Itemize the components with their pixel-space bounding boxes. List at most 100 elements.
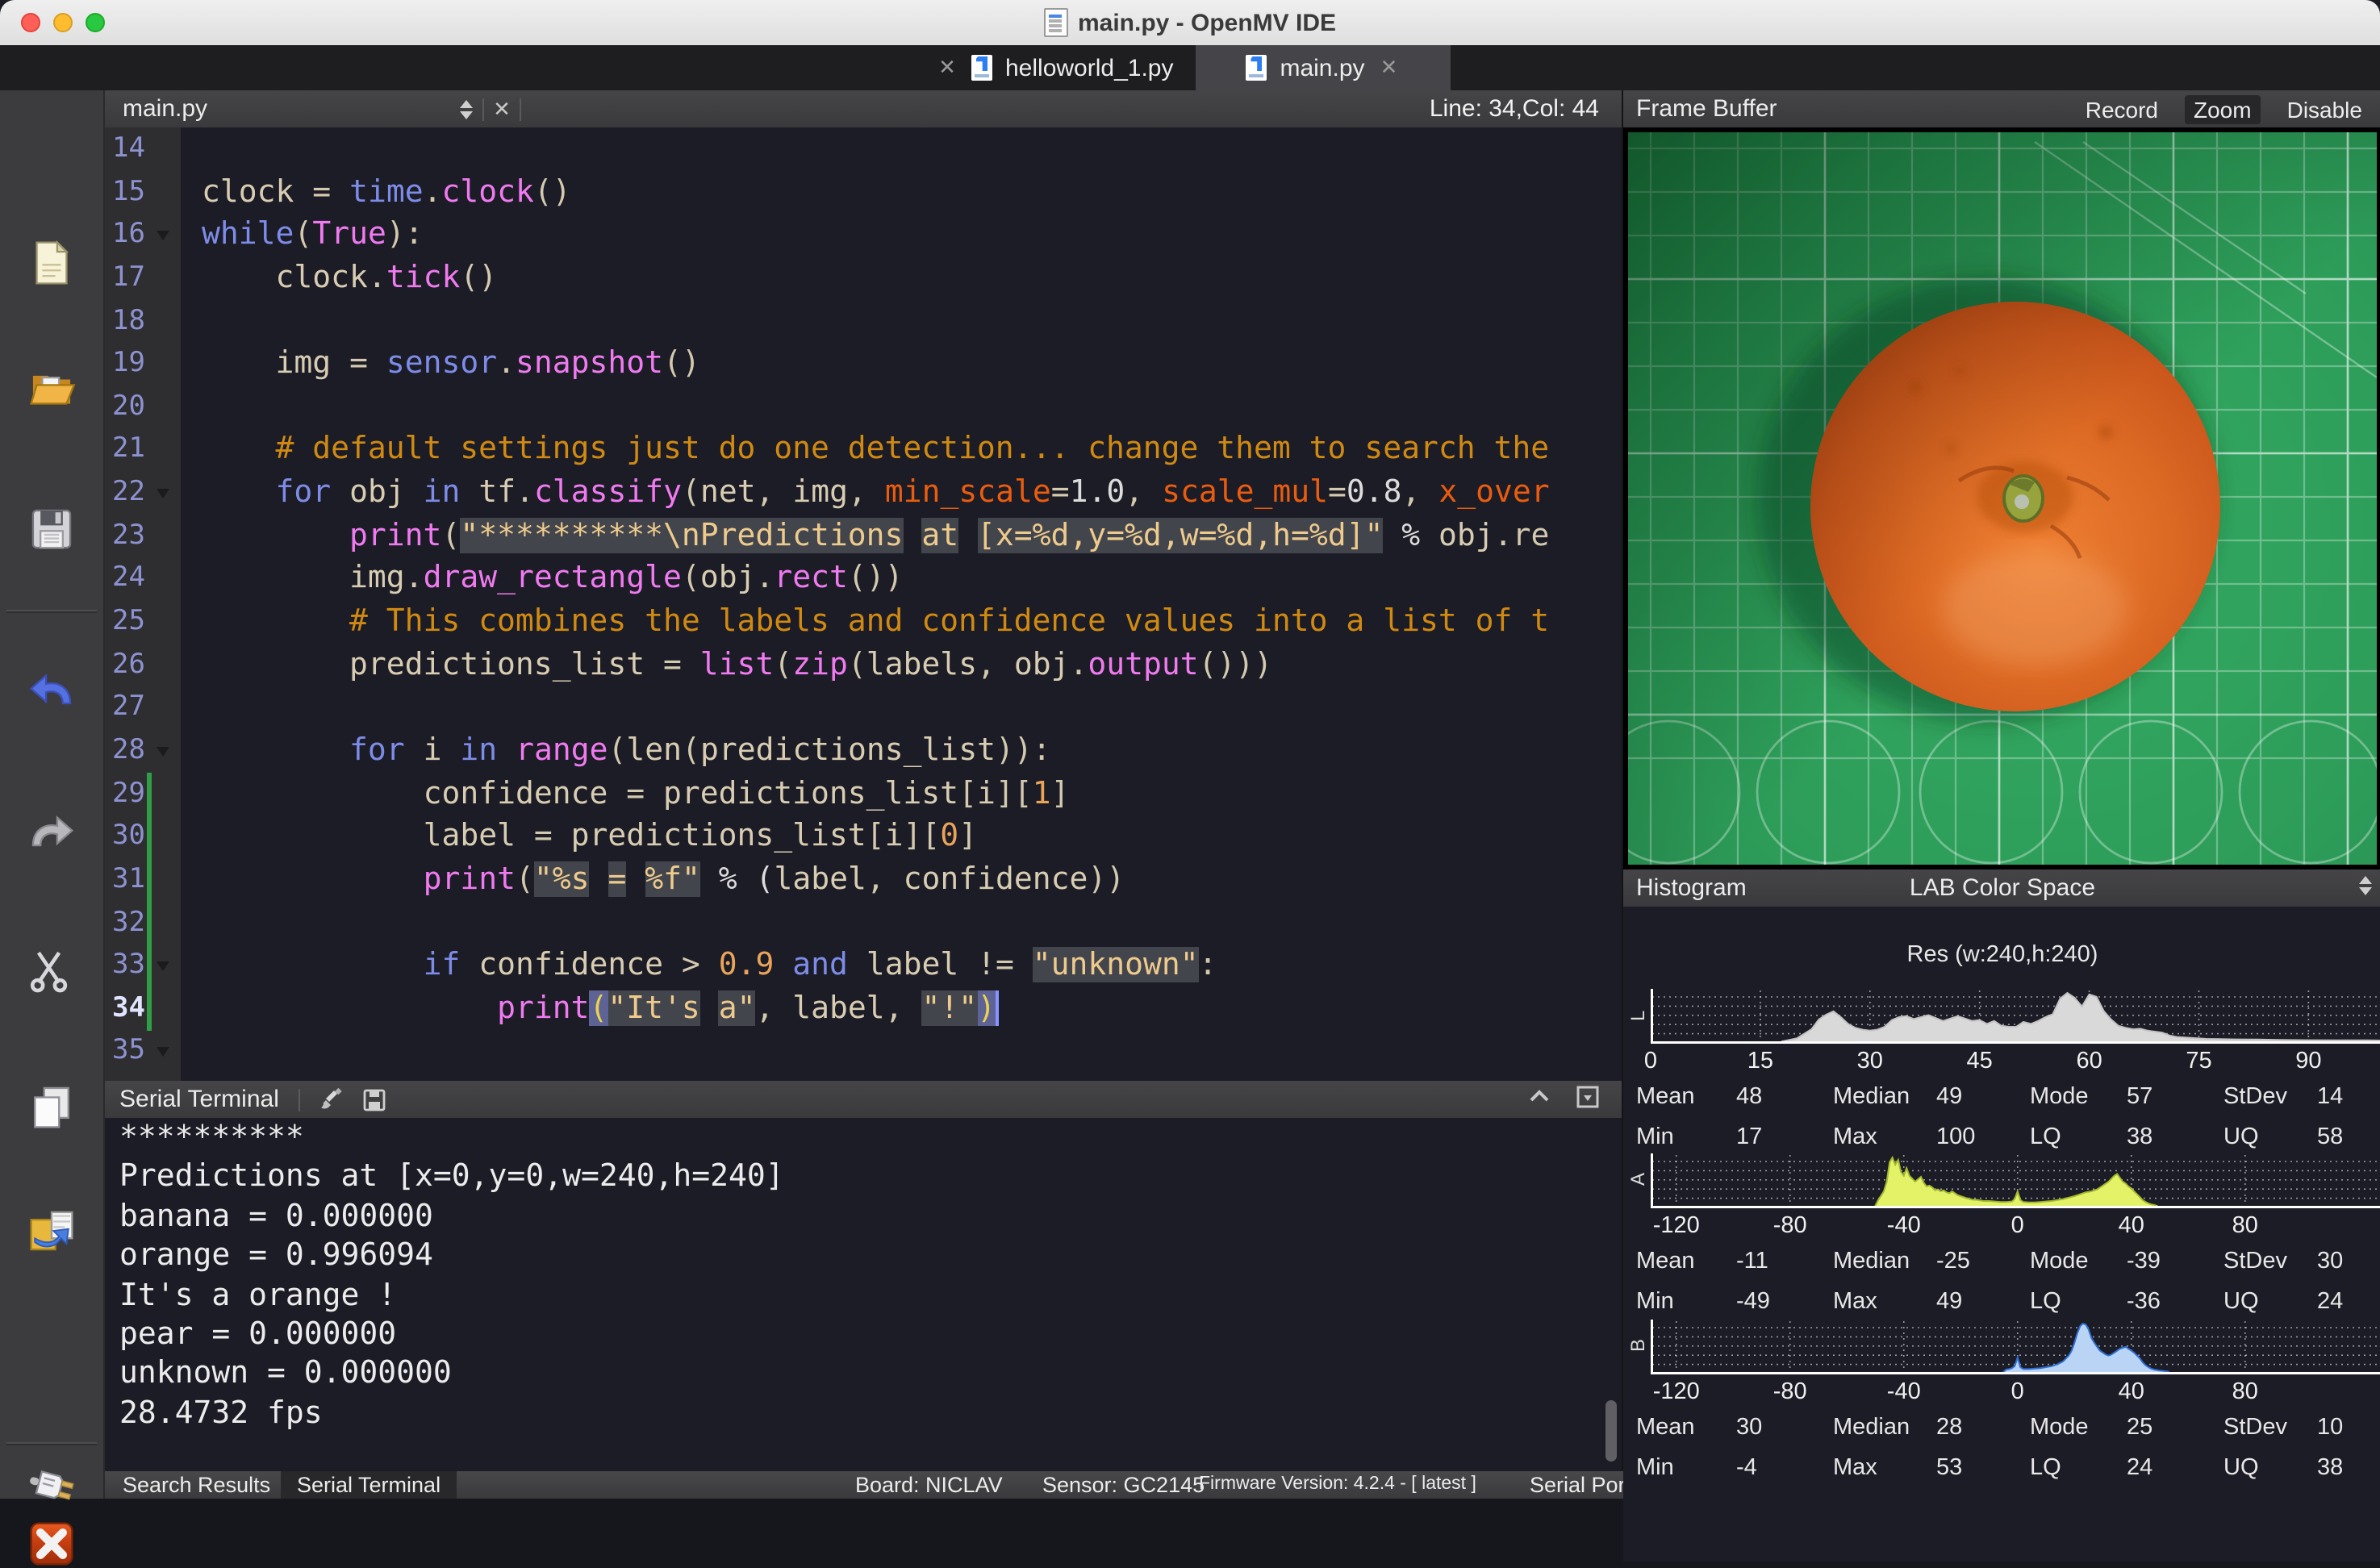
record-button[interactable]: Record bbox=[2076, 94, 2168, 123]
terminal-line: 28.4732 fps bbox=[103, 1393, 1622, 1432]
close-tab-icon[interactable]: ✕ bbox=[936, 55, 958, 81]
axis-tick-label: 80 bbox=[2210, 1379, 2281, 1405]
channel-letter: A bbox=[1626, 1163, 1649, 1186]
code-line: print("%s = %f" % (label, confidence)) bbox=[202, 858, 1622, 901]
serial-terminal-title: Serial Terminal bbox=[119, 1086, 279, 1113]
open-file-button[interactable] bbox=[27, 365, 76, 413]
maximize-window-button[interactable] bbox=[86, 13, 105, 32]
minimize-window-button[interactable] bbox=[53, 13, 73, 32]
stat-value: -11 bbox=[1736, 1250, 1833, 1274]
titlebar: main.py - OpenMV IDE bbox=[0, 0, 2380, 47]
fold-marker-icon[interactable] bbox=[157, 489, 169, 498]
stat-label: Mode bbox=[2030, 1086, 2127, 1110]
stat-label: StDev bbox=[2223, 1416, 2317, 1441]
tab-label: main.py bbox=[1280, 54, 1364, 81]
clear-terminal-icon[interactable] bbox=[319, 1086, 345, 1112]
code-line: label = predictions_list[i][0] bbox=[202, 815, 1622, 858]
stat-value: 57 bbox=[2127, 1086, 2223, 1110]
color-space-dropdown[interactable]: LAB Color Space bbox=[1910, 874, 2095, 902]
fold-marker-icon[interactable] bbox=[157, 1048, 169, 1057]
close-window-button[interactable] bbox=[21, 13, 40, 32]
stat-label: Min bbox=[1636, 1290, 1736, 1314]
fold-marker-icon[interactable] bbox=[157, 747, 169, 757]
stat-value: 24 bbox=[2127, 1456, 2223, 1480]
code-line: print("**********\nPredictions at [x=%d,… bbox=[202, 515, 1622, 557]
paste-button[interactable] bbox=[27, 1207, 76, 1255]
collapse-terminal-icon[interactable] bbox=[1528, 1085, 1551, 1114]
fold-marker-icon[interactable] bbox=[157, 961, 169, 971]
code-line: while(True): bbox=[202, 214, 1622, 256]
code-editor[interactable]: 1415161718192021222324252627282930313233… bbox=[103, 127, 1622, 1081]
change-bar bbox=[147, 773, 152, 1031]
terminal-line: unknown = 0.000000 bbox=[103, 1354, 1622, 1394]
status-tab-serial-terminal[interactable]: Serial Terminal bbox=[281, 1471, 457, 1499]
axis-tick-label: -80 bbox=[1755, 1213, 1826, 1239]
stat-label: StDev bbox=[2223, 1250, 2317, 1274]
editor-header: main.py ✕ Line: 34,Col: 44 bbox=[103, 90, 1622, 127]
axis-tick-label: 90 bbox=[2273, 1049, 2344, 1074]
line-number: 20 bbox=[103, 386, 145, 428]
zoom-button[interactable]: Zoom bbox=[2184, 94, 2261, 123]
close-file-icon[interactable]: ✕ bbox=[493, 96, 511, 122]
stat-value: 38 bbox=[2127, 1125, 2223, 1149]
save-log-icon[interactable] bbox=[361, 1086, 387, 1112]
stat-label: Mode bbox=[2030, 1416, 2127, 1441]
python-file-icon bbox=[1246, 55, 1267, 81]
terminal-line: banana = 0.000000 bbox=[103, 1197, 1622, 1236]
open-files-dropdown[interactable]: main.py bbox=[123, 95, 472, 123]
line-number: 27 bbox=[103, 686, 145, 729]
stat-value: 58 bbox=[2317, 1125, 2378, 1149]
connect-button[interactable] bbox=[27, 1462, 76, 1510]
axis-tick-label: 30 bbox=[1835, 1049, 1906, 1074]
toolbar-separator bbox=[6, 610, 97, 611]
tab-helloworld[interactable]: ✕ helloworld_1.py bbox=[936, 45, 1194, 90]
line-number: 28 bbox=[103, 729, 145, 772]
line-number: 22 bbox=[103, 471, 145, 514]
close-tab-icon[interactable]: ✕ bbox=[1378, 55, 1401, 81]
stat-label: StDev bbox=[2223, 1086, 2317, 1110]
redo-button[interactable] bbox=[27, 808, 76, 857]
histogram-header: Histogram LAB Color Space bbox=[1623, 869, 2380, 907]
disable-button[interactable]: Disable bbox=[2278, 94, 2372, 123]
stat-value: -36 bbox=[2127, 1290, 2223, 1314]
line-number: 31 bbox=[103, 858, 145, 901]
code-line: clock = time.clock() bbox=[202, 170, 1622, 213]
axis-tick-label: 40 bbox=[2096, 1379, 2167, 1405]
save-button[interactable] bbox=[27, 505, 76, 553]
line-number: 33 bbox=[103, 944, 145, 986]
code-line: img = sensor.snapshot() bbox=[202, 342, 1622, 385]
code-area[interactable]: clock = time.clock()while(True): clock.t… bbox=[181, 127, 1622, 1081]
popout-terminal-icon[interactable] bbox=[1576, 1085, 1599, 1114]
stat-label: Max bbox=[1833, 1456, 1936, 1480]
axis-tick-label: 80 bbox=[2210, 1213, 2281, 1239]
copy-button[interactable] bbox=[27, 1082, 76, 1131]
line-number: 17 bbox=[103, 256, 145, 299]
cut-button[interactable] bbox=[27, 945, 76, 994]
line-number: 30 bbox=[103, 815, 145, 858]
terminal-scrollbar-thumb[interactable] bbox=[1605, 1400, 1617, 1462]
frame-buffer-title: Frame Buffer bbox=[1636, 95, 1777, 123]
stat-label: LQ bbox=[2030, 1456, 2127, 1480]
status-tab-search-results[interactable]: Search Results bbox=[106, 1471, 286, 1499]
toolbar-separator bbox=[6, 1442, 97, 1444]
undo-button[interactable] bbox=[27, 666, 76, 715]
code-line: # default settings just do one detection… bbox=[202, 428, 1622, 471]
code-line bbox=[202, 127, 1622, 170]
window-title: main.py - OpenMV IDE bbox=[1078, 9, 1336, 36]
python-file-icon bbox=[971, 55, 992, 81]
stop-button[interactable] bbox=[27, 1520, 76, 1568]
frame-buffer-image bbox=[1623, 127, 2380, 869]
tab-main[interactable]: main.py ✕ bbox=[1196, 45, 1451, 90]
serial-terminal-output[interactable]: **********Predictions at [x=0,y=0,w=240,… bbox=[103, 1118, 1622, 1471]
stat-value: 14 bbox=[2317, 1086, 2378, 1110]
code-line: predictions_list = list(zip(labels, obj.… bbox=[202, 643, 1622, 686]
line-number: 32 bbox=[103, 901, 145, 944]
fold-marker-icon[interactable] bbox=[157, 231, 169, 241]
dropdown-arrows-icon[interactable] bbox=[2359, 876, 2372, 895]
line-number: 19 bbox=[103, 342, 145, 385]
new-file-button[interactable] bbox=[27, 239, 76, 287]
stat-value: -39 bbox=[2127, 1250, 2223, 1274]
axis-tick-label: 75 bbox=[2164, 1049, 2235, 1074]
stat-value: 48 bbox=[1736, 1086, 1833, 1110]
axis-tick-label: 0 bbox=[1982, 1213, 2053, 1239]
